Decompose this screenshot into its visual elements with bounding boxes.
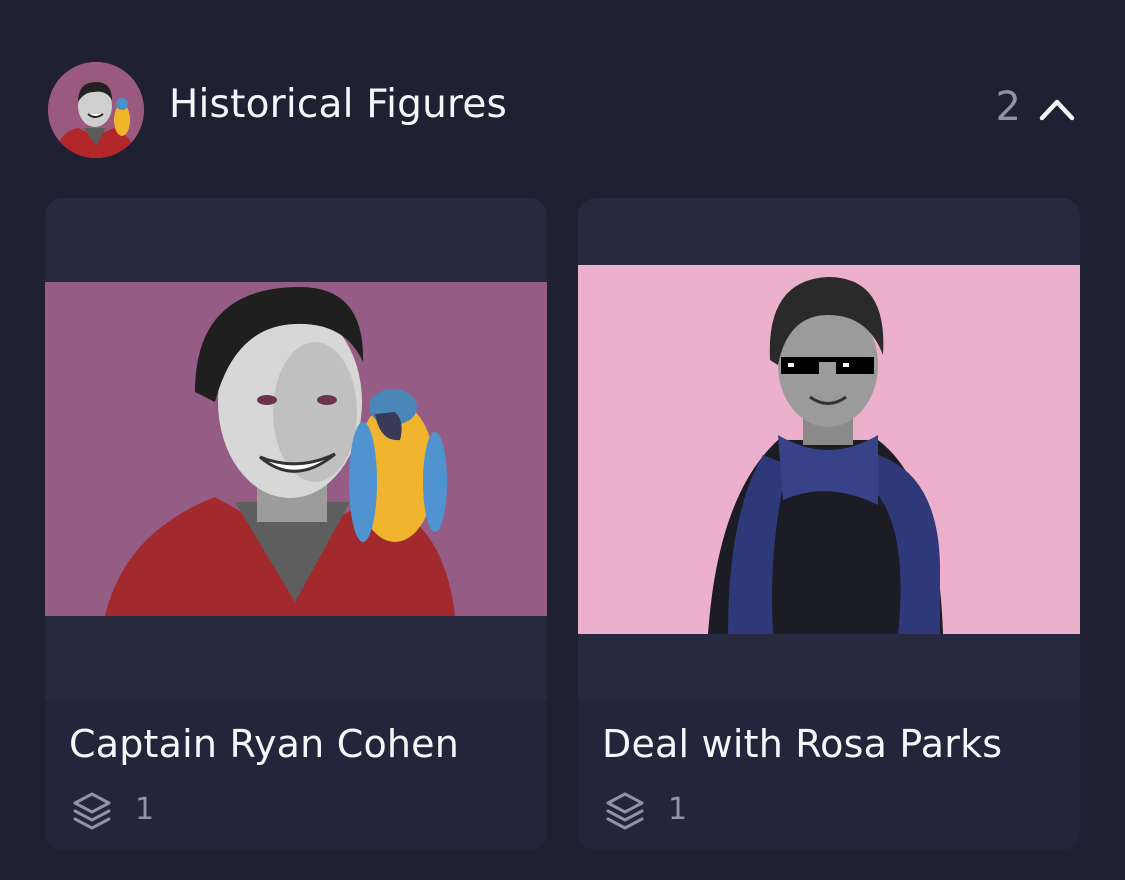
group-count: 2 xyxy=(995,84,1021,130)
portrait-avatar-icon xyxy=(48,62,144,158)
layers-icon xyxy=(73,792,111,830)
layers-icon xyxy=(606,792,644,830)
card-deal-with-rosa-parks[interactable]: Deal with Rosa Parks 1 xyxy=(578,198,1080,850)
layer-count: 1 xyxy=(668,792,688,827)
card-thumbnail-image xyxy=(45,282,547,616)
card-title: Captain Ryan Cohen xyxy=(69,722,460,766)
card-thumbnail-image xyxy=(578,265,1080,634)
layer-count: 1 xyxy=(135,792,155,827)
chevron-up-icon[interactable] xyxy=(1037,90,1077,126)
card-captain-ryan-cohen[interactable]: Captain Ryan Cohen 1 xyxy=(45,198,547,850)
group-header[interactable]: Historical Figures 2 xyxy=(48,62,1077,160)
group-avatar xyxy=(48,62,144,158)
card-thumbnail-area xyxy=(578,198,1080,700)
card-title: Deal with Rosa Parks xyxy=(602,722,1003,766)
group-title: Historical Figures xyxy=(169,82,508,127)
card-thumbnail-area xyxy=(45,198,547,700)
